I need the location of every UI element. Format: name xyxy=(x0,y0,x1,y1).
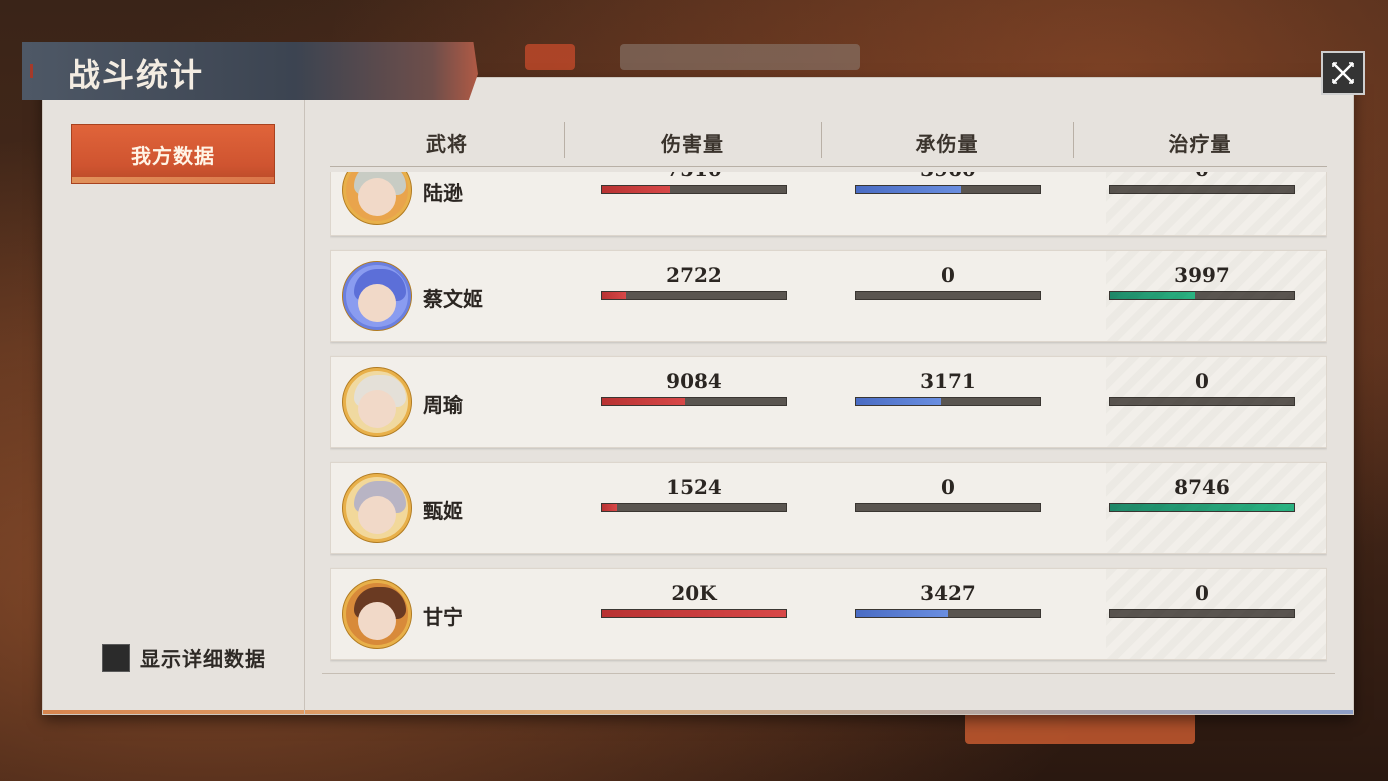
table-row: 周瑜 9084 3171 0 xyxy=(330,356,1327,448)
healing-value: 0 xyxy=(1109,172,1295,181)
healing-value: 0 xyxy=(1195,581,1209,605)
damage-taken-bar xyxy=(855,397,1041,406)
healing-stat: 8746 xyxy=(1109,475,1295,525)
damage-taken-stat: 3427 xyxy=(855,581,1041,631)
page-title: 战斗统计 xyxy=(68,56,205,94)
general-name: 陆逊 xyxy=(423,180,463,205)
damage-bar-fill xyxy=(602,186,671,193)
healing-value: 8746 xyxy=(1174,475,1230,499)
background-button xyxy=(965,712,1195,744)
healing-stat: 3997 xyxy=(1109,263,1295,313)
damage-bar xyxy=(601,185,787,194)
healing-bar-fill xyxy=(1110,292,1195,299)
damage-bar xyxy=(601,397,787,406)
healing-bar xyxy=(1109,185,1295,194)
damage-taken-bar-fill xyxy=(856,398,941,405)
damage-stat: 2722 xyxy=(601,263,787,313)
column-header-damage-taken: 承伤量 xyxy=(915,131,979,156)
damage-stat: 7510 xyxy=(601,172,787,207)
table-row: 甘宁 20K 3427 0 xyxy=(330,568,1327,660)
damage-taken-bar-fill xyxy=(856,610,948,617)
list-divider xyxy=(322,673,1335,674)
damage-taken-value: 3427 xyxy=(920,581,976,605)
background-ui-element xyxy=(620,44,860,70)
column-header-damage: 伤害量 xyxy=(661,131,724,156)
healing-bar xyxy=(1109,503,1295,512)
general-avatar xyxy=(343,368,411,436)
damage-taken-value: 3171 xyxy=(920,369,976,393)
damage-stat: 9084 xyxy=(601,369,787,419)
damage-taken-bar xyxy=(855,291,1041,300)
damage-taken-bar-fill xyxy=(856,186,961,193)
general-avatar xyxy=(343,580,411,648)
damage-value: 2722 xyxy=(666,263,722,287)
damage-stat: 20K xyxy=(601,581,787,631)
damage-taken-value: 3960 xyxy=(855,172,1041,181)
damage-bar xyxy=(601,291,787,300)
healing-bar xyxy=(1109,397,1295,406)
tab-my-data[interactable]: 我方数据 xyxy=(71,124,275,184)
background-ui-element xyxy=(525,44,575,70)
damage-bar-fill xyxy=(602,292,626,299)
healing-bar-fill xyxy=(1110,504,1294,511)
column-header-healing: 治疗量 xyxy=(1168,131,1232,156)
general-name: 甄姬 xyxy=(423,498,463,523)
damage-taken-stat: 0 xyxy=(855,263,1041,313)
damage-value: 7510 xyxy=(601,172,787,181)
healing-value: 3997 xyxy=(1174,263,1230,287)
damage-taken-bar xyxy=(855,503,1041,512)
damage-value: 1524 xyxy=(666,475,722,499)
stats-list[interactable]: 陆逊 7510 3960 0 蔡文姬 2722 0 3997 周瑜 9084 3171 0 甄姬 1524… xyxy=(330,172,1327,672)
show-details-toggle[interactable]: 显示详细数据 xyxy=(102,643,266,672)
column-header-general: 武将 xyxy=(426,131,468,156)
damage-taken-value: 0 xyxy=(941,475,955,499)
table-row: 甄姬 1524 0 8746 xyxy=(330,462,1327,554)
damage-bar-fill xyxy=(602,504,617,511)
healing-bar xyxy=(1109,291,1295,300)
damage-taken-bar xyxy=(855,609,1041,618)
damage-taken-stat: 0 xyxy=(855,475,1041,525)
damage-bar-fill xyxy=(602,398,685,405)
damage-bar xyxy=(601,609,787,618)
damage-taken-value: 0 xyxy=(941,263,955,287)
table-header: 武将 伤害量 承伤量 治疗量 xyxy=(330,118,1327,167)
general-name: 周瑜 xyxy=(423,392,463,417)
damage-value: 20K xyxy=(671,581,717,605)
general-name: 蔡文姬 xyxy=(423,286,483,311)
damage-taken-stat: 3960 xyxy=(855,172,1041,207)
healing-stat: 0 xyxy=(1109,581,1295,631)
damage-taken-stat: 3171 xyxy=(855,369,1041,419)
healing-bar xyxy=(1109,609,1295,618)
healing-stat: 0 xyxy=(1109,172,1295,207)
damage-value: 9084 xyxy=(666,369,722,393)
table-row: 陆逊 7510 3960 0 xyxy=(330,172,1327,236)
close-button[interactable] xyxy=(1321,51,1365,95)
general-avatar xyxy=(343,262,411,330)
healing-stat: 0 xyxy=(1109,369,1295,419)
close-x-icon xyxy=(1332,62,1354,84)
show-details-label: 显示详细数据 xyxy=(140,647,266,671)
general-avatar xyxy=(343,474,411,542)
show-details-checkbox[interactable] xyxy=(102,643,130,672)
general-name: 甘宁 xyxy=(423,604,463,629)
damage-stat: 1524 xyxy=(601,475,787,525)
table-row: 蔡文姬 2722 0 3997 xyxy=(330,250,1327,342)
general-avatar xyxy=(343,172,411,224)
healing-value: 0 xyxy=(1195,369,1209,393)
damage-bar xyxy=(601,503,787,512)
damage-taken-bar xyxy=(855,185,1041,194)
damage-bar-fill xyxy=(602,610,786,617)
